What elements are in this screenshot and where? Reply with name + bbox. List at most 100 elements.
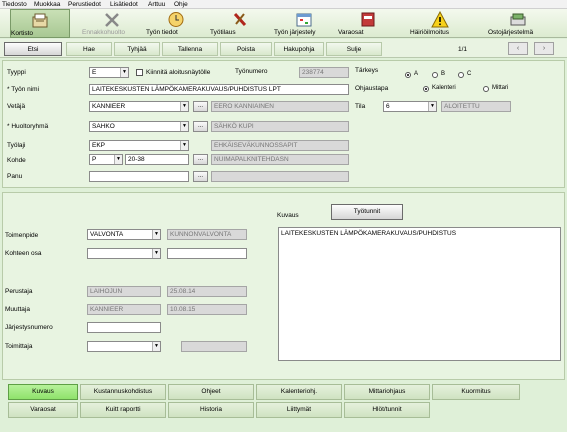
- tab-ohjeet[interactable]: Ohjeet: [168, 384, 254, 400]
- warning-icon: [431, 11, 449, 28]
- muuttaja-date-field: 10.08.15: [167, 304, 247, 315]
- menu-muokkaa[interactable]: Muokkaa: [34, 1, 60, 8]
- tyolaji-value: EKP: [92, 142, 106, 149]
- toimenpide-select[interactable]: VALVONTA ▼: [87, 229, 161, 240]
- vetaja-select[interactable]: KANNIEER ▼: [89, 101, 189, 112]
- kiinnita-checkbox[interactable]: [136, 69, 143, 76]
- kuvaus-textarea[interactable]: LAITEKESKUSTEN LÄMPÖKAMERAKUVAUS/PUHDIST…: [278, 227, 561, 361]
- muuttaja-label: Muuttaja: [5, 306, 30, 313]
- tarkeys-a-radio[interactable]: [405, 72, 411, 78]
- tyolaji-select[interactable]: EKP ▼: [89, 140, 189, 151]
- chevron-left-icon: ‹: [516, 45, 520, 52]
- tarkeys-c-radio[interactable]: [458, 72, 464, 78]
- tab-historia[interactable]: Historia: [168, 402, 254, 418]
- tyyppi-value: E: [92, 69, 97, 76]
- next-record-button[interactable]: ›: [534, 42, 554, 55]
- ohjaustapa-kalenteri-label: Kalenteri: [432, 85, 456, 91]
- tarkeys-b-label: B: [441, 71, 446, 77]
- toolbar-tyon-jarjestely-label: Työn järjestely: [274, 29, 316, 36]
- tallenna-button[interactable]: Tallenna: [162, 42, 218, 56]
- perustaja-field: LAIHOJUN: [87, 286, 161, 297]
- detail-tabs: Kuvaus Kustannuskohdistus Ohjeet Kalente…: [8, 384, 520, 418]
- chevron-down-icon: ▼: [120, 68, 128, 77]
- chevron-down-icon: ▼: [114, 155, 122, 164]
- tab-kuvaus[interactable]: Kuvaus: [8, 384, 78, 400]
- tyon-nimi-field[interactable]: LAITEKESKUSTEN LÄMPÖKAMERAKUVAUS/PUHDIST…: [89, 84, 349, 95]
- prev-record-button[interactable]: ‹: [508, 42, 528, 55]
- kohteen-osa-select[interactable]: ▼: [87, 248, 161, 259]
- tab-mittariohjaus[interactable]: Mittariohjaus: [344, 384, 430, 400]
- kohde-label: Kohde: [7, 157, 26, 164]
- panu-field[interactable]: [89, 171, 189, 182]
- sulje-button[interactable]: Sulje: [326, 42, 382, 56]
- kiinnita-label: Kiinnitä aloitusnäytölle: [146, 69, 211, 76]
- vetaja-lookup-button[interactable]: ...: [193, 101, 208, 112]
- toolbar-varaosat-label: Varaosat: [338, 29, 364, 36]
- vetaja-value: KANNIEER: [92, 103, 126, 110]
- kohde-code-field[interactable]: 20-38: [125, 154, 189, 165]
- hakupohja-button[interactable]: Hakupohja: [274, 42, 324, 56]
- tyon-nimi-label: * Työn nimi: [7, 86, 40, 93]
- tab-hlot-tunnit[interactable]: Hlöt/tunnit: [344, 402, 430, 418]
- tab-kuitt-raportti[interactable]: Kuitt raportti: [80, 402, 166, 418]
- huoltoryhma-select[interactable]: SAHKO ▼: [89, 121, 189, 132]
- etsi-button[interactable]: Etsi: [4, 42, 62, 56]
- kuvaus-label: Kuvaus: [277, 212, 299, 219]
- menu-tiedosto[interactable]: Tiedosto: [2, 1, 27, 8]
- huoltoryhma-lookup-button[interactable]: ...: [193, 121, 208, 132]
- tab-kustannuskohdistus[interactable]: Kustannuskohdistus: [80, 384, 166, 400]
- toolbar-varaosat[interactable]: Varaosat: [338, 9, 398, 38]
- menu-perustiedot[interactable]: Perustiedot: [68, 1, 101, 8]
- tyonumero-field: 238774: [299, 67, 349, 78]
- poista-button[interactable]: Poista: [220, 42, 272, 56]
- toolbar-kortisto[interactable]: Kortisto: [10, 9, 70, 38]
- panu-lookup-button[interactable]: ...: [193, 171, 208, 182]
- kohde-select[interactable]: P ▼: [89, 154, 123, 165]
- menu-bar: Tiedosto Muokkaa Perustiedot Lisätiedot …: [0, 0, 567, 9]
- toimittaja-select[interactable]: ▼: [87, 341, 161, 352]
- ohjaustapa-mittari-radio[interactable]: [483, 86, 489, 92]
- tarkeys-a-label: A: [414, 71, 419, 77]
- toolbar-hairioilmoitus[interactable]: Häiriöilmoitus: [410, 9, 470, 38]
- tab-varaosat[interactable]: Varaosat: [8, 402, 78, 418]
- chevron-down-icon: ▼: [180, 102, 188, 111]
- tarkeys-label: Tärkeys: [355, 67, 379, 74]
- detail-panel: Kuvaus Työtunnit LAITEKESKUSTEN LÄMPÖKAM…: [2, 192, 565, 380]
- tyyppi-select[interactable]: E ▼: [89, 67, 129, 78]
- purchase-icon: [510, 13, 526, 26]
- toolbar-tyotilaus-label: Työtilaus: [210, 29, 236, 36]
- tila-label: Tila: [355, 103, 366, 110]
- menu-lisatiedot[interactable]: Lisätiedot: [110, 1, 138, 8]
- tila-select[interactable]: 6 ▼: [383, 101, 437, 112]
- tab-kuormitus[interactable]: Kuormitus: [432, 384, 520, 400]
- kohde-lookup-button[interactable]: ...: [193, 154, 208, 165]
- toimittaja-label: Toimittaja: [5, 343, 33, 350]
- toolbar-ennakkohuolto[interactable]: Ennakkohuolto: [82, 9, 142, 38]
- tyotunnit-button[interactable]: Työtunnit: [331, 204, 403, 220]
- menu-arttuu[interactable]: Arttuu: [148, 1, 165, 8]
- toolbar-tyon-tiedot[interactable]: Työn tiedot: [146, 9, 206, 38]
- muuttaja-field: KANNIEER: [87, 304, 161, 315]
- chevron-down-icon: ▼: [180, 122, 188, 131]
- tarkeys-b-radio[interactable]: [432, 72, 438, 78]
- card-file-icon: [32, 13, 48, 28]
- ohjaustapa-kalenteri-radio[interactable]: [423, 86, 429, 92]
- hae-button[interactable]: Hae: [66, 42, 112, 56]
- tarkeys-c-label: C: [467, 71, 472, 77]
- panu-name-field: [211, 171, 349, 182]
- toolbar-tyon-jarjestely[interactable]: Työn järjestely: [274, 9, 334, 38]
- tab-kalenteriohj[interactable]: Kalenteriohj.: [256, 384, 342, 400]
- toolbar-tyotilaus[interactable]: Työtilaus: [210, 9, 270, 38]
- jarjestysnumero-field[interactable]: [87, 322, 161, 333]
- toolbar-ostojarjestelma[interactable]: Ostojärjestelmä: [488, 9, 548, 38]
- kohteen-osa-name-field[interactable]: [167, 248, 247, 259]
- action-bar: Etsi Hae Tyhjää Tallenna Poista Hakupohj…: [0, 39, 567, 58]
- calendar-icon: [296, 13, 312, 27]
- header-form-panel: Tyyppi E ▼ Kiinnitä aloitusnäytölle Työnu…: [2, 60, 565, 188]
- tab-liittymat[interactable]: Liittymät: [256, 402, 342, 418]
- chevron-down-icon: ▼: [152, 249, 160, 258]
- perustaja-label: Perustaja: [5, 288, 33, 295]
- tyhjaa-button[interactable]: Tyhjää: [114, 42, 160, 56]
- menu-ohje[interactable]: Ohje: [174, 1, 188, 8]
- pager-text: 1/1: [458, 46, 468, 53]
